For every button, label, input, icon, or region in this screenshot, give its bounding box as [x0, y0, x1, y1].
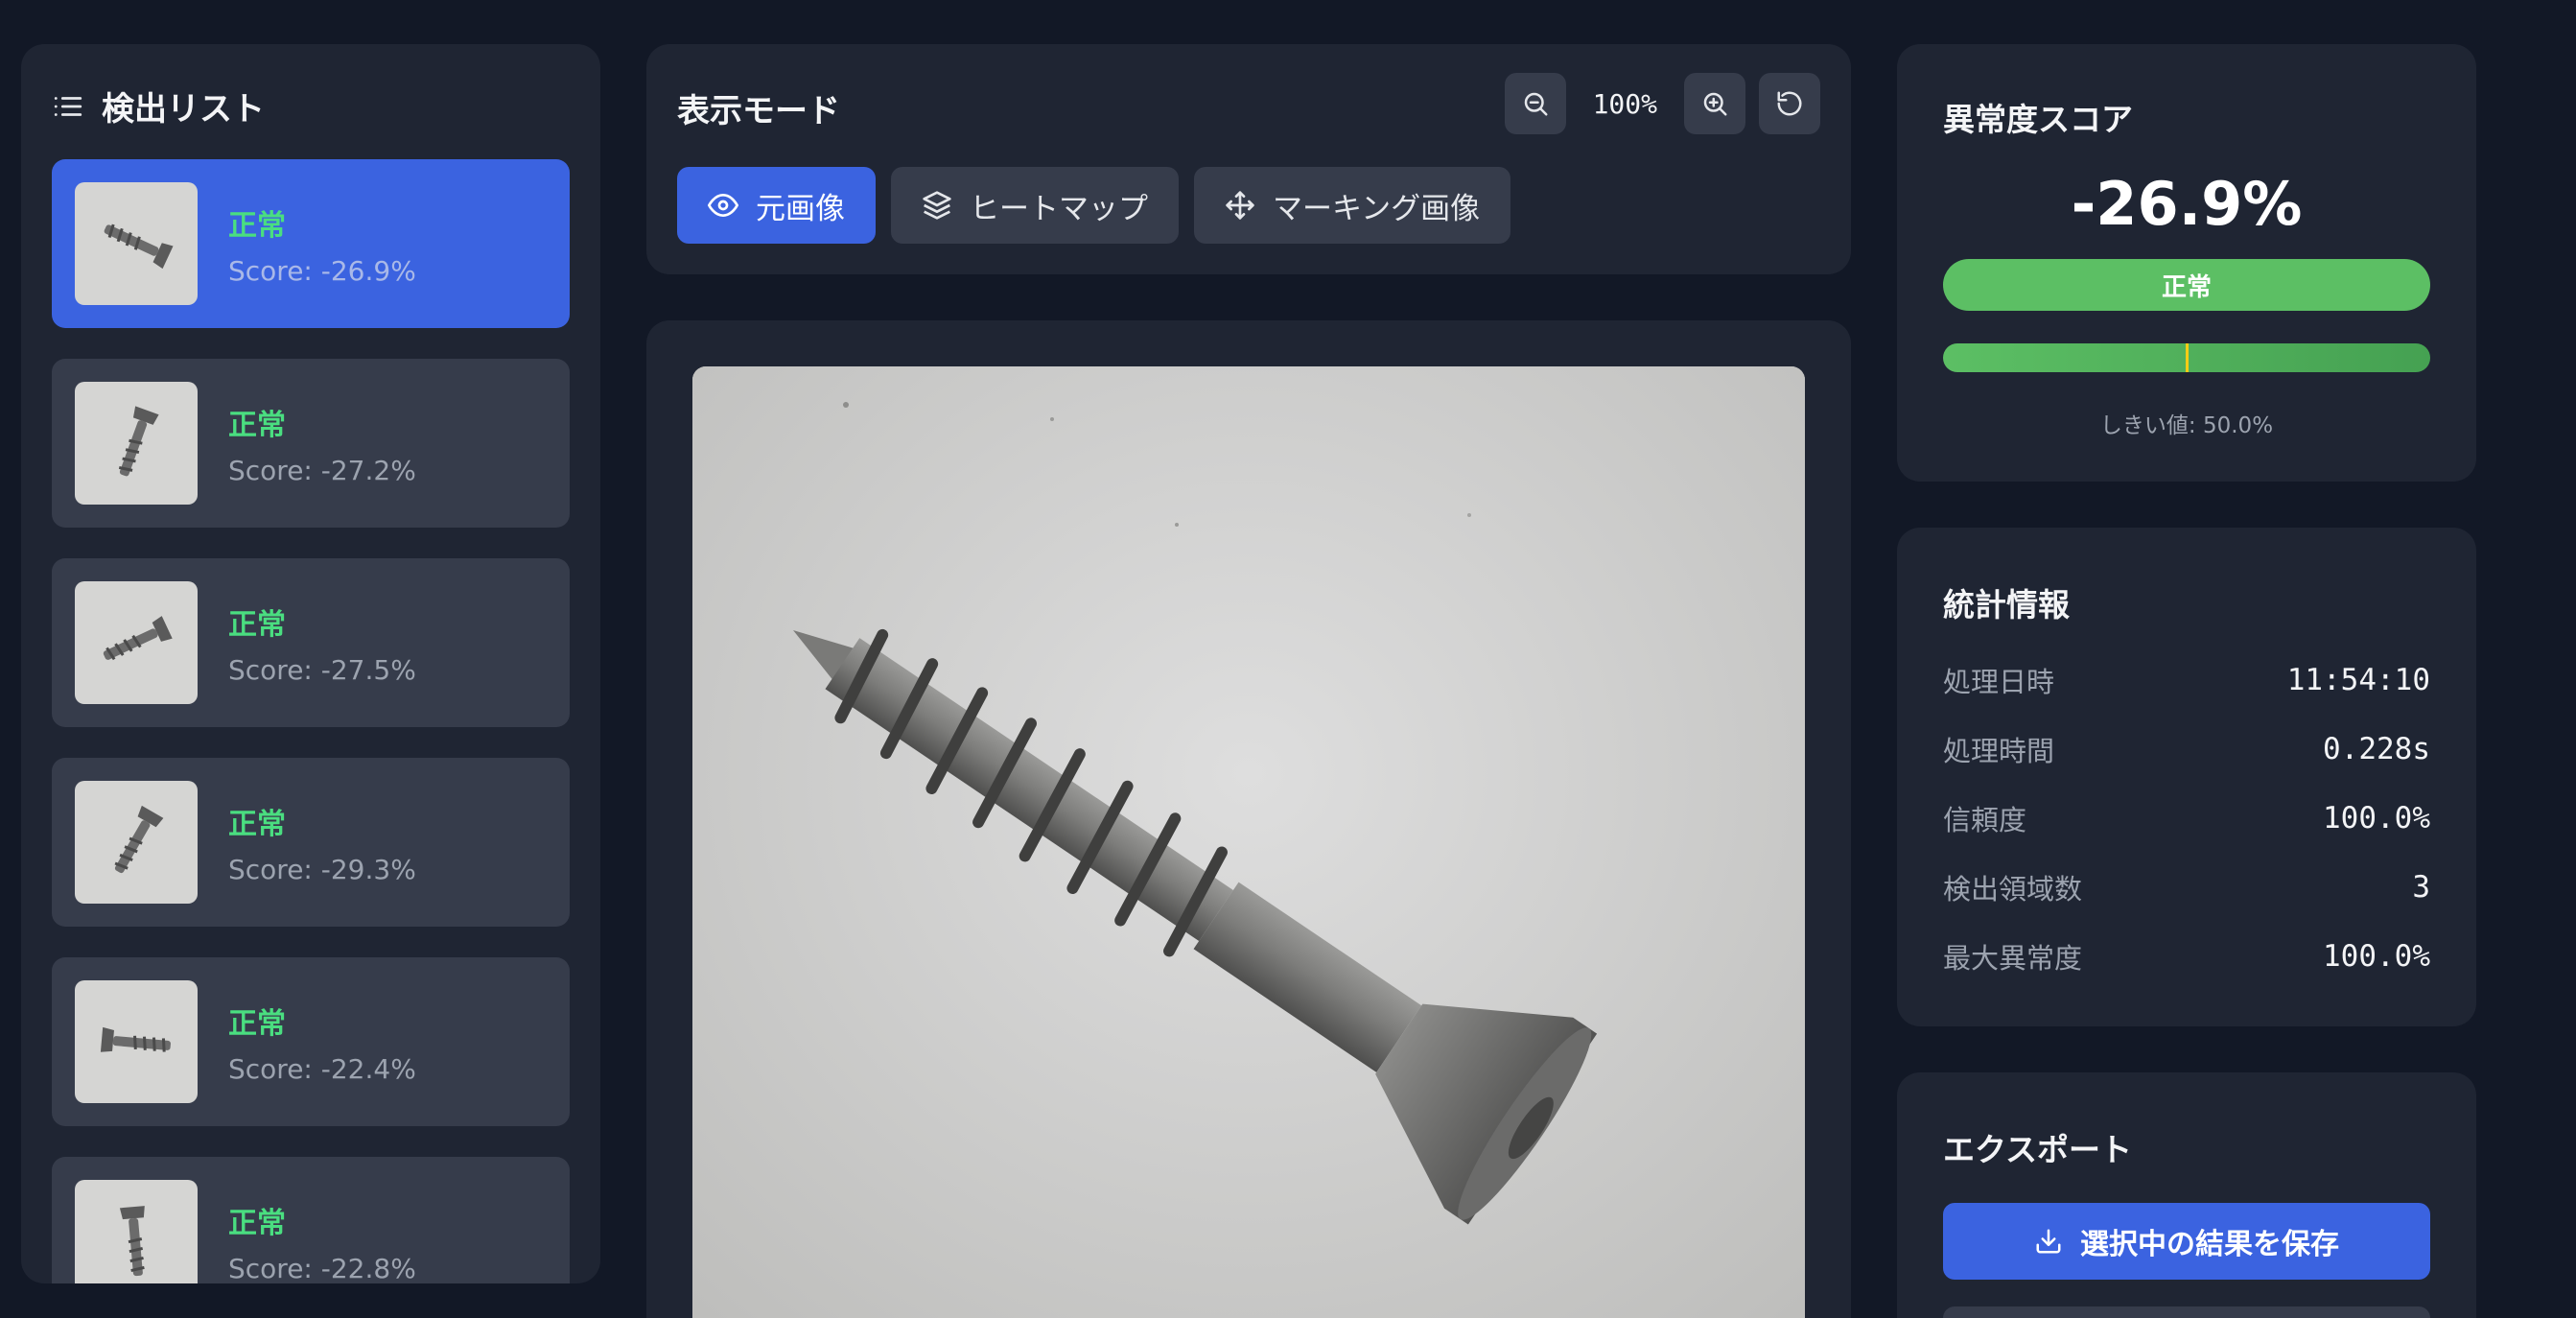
item-score: Score: -27.5% [228, 653, 416, 686]
stat-label: 最大異常度 [1943, 942, 2083, 975]
zoom-out-icon [1524, 92, 1548, 116]
move-icon [1226, 191, 1254, 220]
screw-thumbnail [75, 182, 198, 305]
stat-value: 100.0% [2323, 939, 2430, 974]
display-mode-panel: 表示モード 100% 元画像 ヒートマップ マーキング画像 [646, 44, 1851, 274]
list-item[interactable]: 正常 Score: -26.9% [52, 159, 570, 328]
stat-value: 11:54:10 [2286, 663, 2430, 697]
list-item[interactable]: 正常 Score: -27.5% [52, 558, 570, 727]
item-score: Score: -26.9% [228, 254, 416, 287]
stat-row: 信頼度 100.0% [1943, 798, 2430, 838]
display-mode-buttons: 元画像 ヒートマップ マーキング画像 [677, 167, 1511, 244]
zoom-out-button[interactable] [1504, 73, 1566, 134]
inspection-image[interactable] [692, 366, 1805, 1318]
mode-original-button[interactable]: 元画像 [677, 167, 876, 244]
zoom-controls: 100% [1504, 73, 1820, 134]
detection-list-header: 検出リスト [52, 82, 265, 129]
screw-thumbnail [75, 1180, 198, 1283]
screw-thumbnail [75, 781, 198, 904]
list-item[interactable]: 正常 Score: -29.3% [52, 758, 570, 927]
eye-icon [708, 193, 738, 218]
detection-list: 正常 Score: -26.9% 正常 Score: -27.2% 正常 Sco… [52, 159, 570, 1283]
stat-label: 検出領域数 [1943, 873, 2083, 906]
zoom-level: 100% [1592, 87, 1657, 120]
stat-label: 処理日時 [1943, 666, 2055, 698]
item-score: Score: -22.4% [228, 1052, 416, 1085]
stat-row: 検出領域数 3 [1943, 867, 2430, 907]
layers-icon [923, 191, 951, 220]
mode-marking-label: マーキング画像 [1273, 191, 1481, 226]
mode-heatmap-button[interactable]: ヒートマップ [891, 167, 1179, 244]
mode-marking-button[interactable]: マーキング画像 [1194, 167, 1511, 244]
image-viewer-panel [646, 320, 1851, 1318]
stat-row: 処理日時 11:54:10 [1943, 660, 2430, 700]
status-badge: 正常 [1943, 259, 2430, 311]
stat-row: 処理時間 0.228s [1943, 729, 2430, 769]
item-status: 正常 [228, 208, 286, 243]
list-item[interactable]: 正常 Score: -22.8% [52, 1157, 570, 1283]
anomaly-score-title: 異常度スコア [1943, 101, 2133, 138]
list-icon [54, 96, 82, 116]
zoom-in-button[interactable] [1684, 73, 1745, 134]
screw-image [692, 366, 1805, 1318]
screw-thumbnail [75, 980, 198, 1103]
screw-thumbnail [75, 581, 198, 704]
zoom-in-icon [1703, 92, 1727, 116]
stats-title: 統計情報 [1943, 586, 2070, 624]
item-status: 正常 [228, 607, 286, 642]
item-score: Score: -29.3% [228, 853, 416, 885]
reset-view-button[interactable] [1759, 73, 1820, 134]
detection-list-panel: 検出リスト 正常 Score: -26.9% 正常 Score: -27.2% [21, 44, 600, 1283]
stat-value: 0.228s [2323, 732, 2430, 766]
item-status: 正常 [228, 1006, 286, 1041]
rotate-ccw-icon [1777, 91, 1802, 116]
stat-row: 最大異常度 100.0% [1943, 936, 2430, 977]
export-title: エクスポート [1943, 1131, 2133, 1168]
threshold-text: しきい値: 50.0% [2099, 413, 2274, 438]
save-selected-button[interactable]: 選択中の結果を保存 [1943, 1203, 2430, 1280]
item-status: 正常 [228, 408, 286, 442]
item-status: 正常 [228, 807, 286, 841]
display-mode-title: 表示モード [677, 92, 840, 130]
threshold-marker [2185, 343, 2189, 372]
stat-value: 3 [2412, 870, 2430, 905]
save-selected-label: 選択中の結果を保存 [2080, 1228, 2339, 1261]
stat-value: 100.0% [2323, 801, 2430, 836]
download-icon [2036, 1229, 2061, 1254]
export-panel: エクスポート 選択中の結果を保存 [1897, 1072, 2476, 1318]
list-item[interactable]: 正常 Score: -22.4% [52, 957, 570, 1126]
screw-thumbnail [75, 382, 198, 505]
mode-heatmap-label: ヒートマップ [970, 191, 1148, 226]
anomaly-score-panel: 異常度スコア -26.9% 正常 しきい値: 50.0% [1897, 44, 2476, 482]
secondary-export-button[interactable] [1943, 1306, 2430, 1318]
stat-label: 信頼度 [1943, 804, 2027, 836]
stats-panel: 統計情報 処理日時 11:54:10 処理時間 0.228s 信頼度 100.0… [1897, 528, 2476, 1026]
anomaly-score-value: -26.9% [2071, 169, 2303, 239]
stat-label: 処理時間 [1943, 735, 2055, 767]
item-score: Score: -22.8% [228, 1252, 416, 1284]
mode-original-label: 元画像 [756, 191, 845, 226]
score-bar [1943, 343, 2430, 372]
detection-list-title: 検出リスト [102, 90, 265, 129]
item-status: 正常 [228, 1206, 286, 1240]
item-score: Score: -27.2% [228, 454, 416, 486]
list-item[interactable]: 正常 Score: -27.2% [52, 359, 570, 528]
